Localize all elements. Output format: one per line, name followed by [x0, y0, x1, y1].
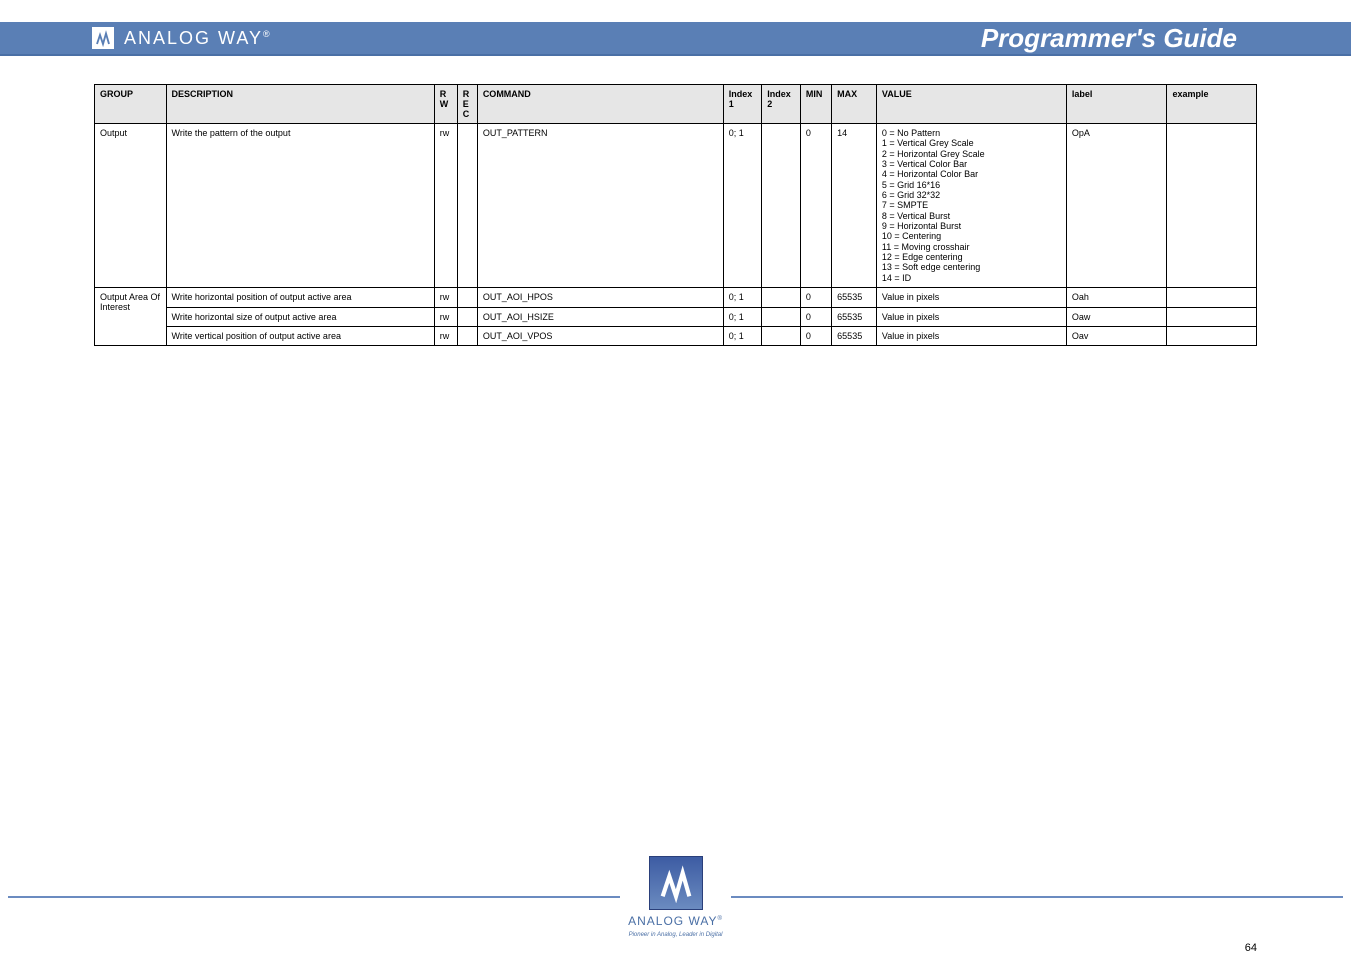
cell-rw: rw: [434, 307, 457, 326]
footer-logo-icon: [649, 856, 703, 910]
value-line: 2 = Horizontal Grey Scale: [882, 149, 1061, 159]
cell-value: 0 = No Pattern1 = Vertical Grey Scale2 =…: [876, 124, 1066, 288]
cell-min: 0: [800, 326, 831, 345]
cell-value: Value in pixels: [876, 288, 1066, 307]
footer-rule-right: [731, 896, 1343, 898]
cell-desc: Write horizontal position of output acti…: [166, 288, 434, 307]
header-bar: ANALOG WAY® Programmer's Guide: [0, 22, 1351, 56]
brand-logo: ANALOG WAY®: [92, 27, 272, 49]
command-table: GROUP DESCRIPTION R W R E C COMMAND Inde…: [94, 84, 1257, 346]
th-desc: DESCRIPTION: [166, 85, 434, 124]
cell-desc: Write vertical position of output active…: [166, 326, 434, 345]
cell-example: [1167, 288, 1257, 307]
cell-idx1: 0; 1: [723, 307, 762, 326]
footer-tagline: Pioneer in Analog, Leader in Digital: [629, 932, 723, 938]
th-cmd: COMMAND: [477, 85, 723, 124]
cell-min: 0: [800, 288, 831, 307]
th-idx1: Index 1: [723, 85, 762, 124]
th-rw: R W: [434, 85, 457, 124]
cell-min: 0: [800, 307, 831, 326]
cell-rec: [457, 288, 477, 307]
th-idx2: Index 2: [762, 85, 801, 124]
cell-idx2: [762, 326, 801, 345]
cell-idx1: 0; 1: [723, 326, 762, 345]
cell-label: OpA: [1066, 124, 1167, 288]
cell-idx2: [762, 124, 801, 288]
cell-rw: rw: [434, 288, 457, 307]
cell-group: Output Area Of Interest: [95, 288, 167, 346]
th-min: MIN: [800, 85, 831, 124]
table-row: OutputWrite the pattern of the outputrwO…: [95, 124, 1257, 288]
cell-idx2: [762, 288, 801, 307]
value-line: 3 = Vertical Color Bar: [882, 159, 1061, 169]
page-title: Programmer's Guide: [981, 23, 1327, 54]
brand-text: ANALOG WAY®: [124, 28, 272, 49]
cell-desc: Write horizontal size of output active a…: [166, 307, 434, 326]
value-line: 13 = Soft edge centering: [882, 262, 1061, 272]
th-val: VALUE: [876, 85, 1066, 124]
page-number: 64: [1245, 942, 1257, 954]
cell-idx2: [762, 307, 801, 326]
table-row: Write vertical position of output active…: [95, 326, 1257, 345]
value-line: 1 = Vertical Grey Scale: [882, 138, 1061, 148]
value-line: 7 = SMPTE: [882, 200, 1061, 210]
brand-icon: [92, 27, 114, 49]
value-line: 8 = Vertical Burst: [882, 211, 1061, 221]
value-line: 9 = Horizontal Burst: [882, 221, 1061, 231]
value-line: 0 = No Pattern: [882, 128, 1061, 138]
cell-cmd: OUT_AOI_HSIZE: [477, 307, 723, 326]
table-row: Output Area Of InterestWrite horizontal …: [95, 288, 1257, 307]
cell-rec: [457, 326, 477, 345]
footer-logo: ANALOG WAY® Pioneer in Analog, Leader in…: [628, 856, 723, 938]
cell-desc: Write the pattern of the output: [166, 124, 434, 288]
cell-idx1: 0; 1: [723, 288, 762, 307]
cell-min: 0: [800, 124, 831, 288]
cell-max: 65535: [832, 307, 877, 326]
table-row: Write horizontal size of output active a…: [95, 307, 1257, 326]
value-line: 11 = Moving crosshair: [882, 242, 1061, 252]
value-line: Value in pixels: [882, 331, 1061, 341]
cell-group: Output: [95, 124, 167, 288]
cell-example: [1167, 124, 1257, 288]
th-lbl: label: [1066, 85, 1167, 124]
value-line: Value in pixels: [882, 292, 1061, 302]
value-line: 10 = Centering: [882, 231, 1061, 241]
cell-idx1: 0; 1: [723, 124, 762, 288]
th-ex: example: [1167, 85, 1257, 124]
th-max: MAX: [832, 85, 877, 124]
cell-value: Value in pixels: [876, 326, 1066, 345]
cell-example: [1167, 326, 1257, 345]
cell-rw: rw: [434, 124, 457, 288]
cell-rec: [457, 307, 477, 326]
value-line: 12 = Edge centering: [882, 252, 1061, 262]
cell-rec: [457, 124, 477, 288]
cell-label: Oav: [1066, 326, 1167, 345]
th-rec: R E C: [457, 85, 477, 124]
cell-example: [1167, 307, 1257, 326]
cell-label: Oah: [1066, 288, 1167, 307]
footer-brand-text: ANALOG WAY®: [628, 914, 723, 928]
value-line: 6 = Grid 32*32: [882, 190, 1061, 200]
cell-cmd: OUT_PATTERN: [477, 124, 723, 288]
footer-rule-left: [8, 896, 620, 898]
cell-max: 65535: [832, 326, 877, 345]
value-line: 14 = ID: [882, 273, 1061, 283]
cell-label: Oaw: [1066, 307, 1167, 326]
cell-max: 65535: [832, 288, 877, 307]
cell-cmd: OUT_AOI_VPOS: [477, 326, 723, 345]
footer: ANALOG WAY® Pioneer in Analog, Leader in…: [0, 856, 1351, 938]
th-group: GROUP: [95, 85, 167, 124]
value-line: 5 = Grid 16*16: [882, 180, 1061, 190]
value-line: 4 = Horizontal Color Bar: [882, 169, 1061, 179]
cell-value: Value in pixels: [876, 307, 1066, 326]
page-content: GROUP DESCRIPTION R W R E C COMMAND Inde…: [0, 56, 1351, 346]
value-line: Value in pixels: [882, 312, 1061, 322]
cell-max: 14: [832, 124, 877, 288]
cell-cmd: OUT_AOI_HPOS: [477, 288, 723, 307]
cell-rw: rw: [434, 326, 457, 345]
